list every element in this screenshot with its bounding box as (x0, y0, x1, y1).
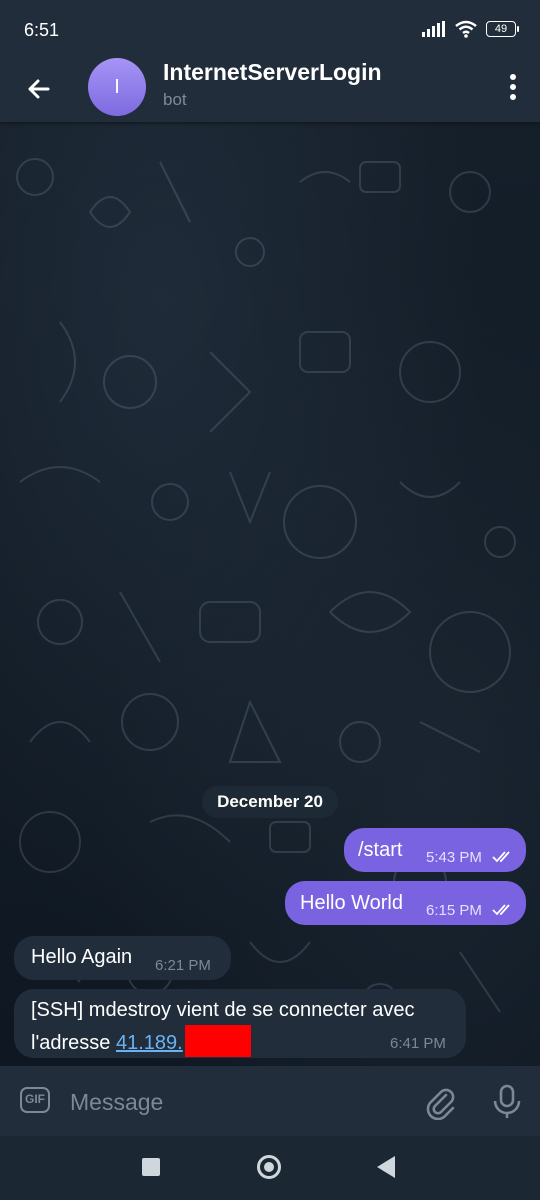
message-time: 5:43 PM (426, 849, 482, 866)
home-button[interactable] (257, 1155, 281, 1179)
message-text: Hello Again (31, 946, 133, 968)
message-bubble-outgoing[interactable]: /start 5:43 PM (344, 828, 526, 872)
signal-icon (422, 21, 445, 37)
message-input[interactable] (68, 1083, 402, 1121)
message-text-prefix: l'adresse (31, 1032, 116, 1054)
read-checkmarks-icon (492, 851, 510, 863)
battery-level: 49 (494, 23, 508, 35)
chat-subtitle: bot (163, 90, 187, 109)
avatar[interactable]: I (88, 58, 146, 116)
recent-apps-button[interactable] (142, 1158, 160, 1176)
system-navigation-bar (0, 1136, 540, 1200)
status-time: 6:51 (24, 20, 60, 40)
read-checkmarks-icon (492, 904, 510, 916)
message-text-line-2: l'adresse 41.189. (31, 1025, 251, 1057)
ip-address-link[interactable]: 41.189. (116, 1032, 183, 1054)
battery-indicator: 49 (486, 21, 519, 37)
message-bubble-incoming[interactable]: [SSH] mdestroy vient de se connecter ave… (14, 989, 466, 1058)
system-back-button[interactable] (377, 1156, 395, 1178)
chat-title[interactable]: InternetServerLogin (163, 59, 382, 86)
message-time: 6:41 PM (390, 1035, 446, 1052)
message-bubble-incoming[interactable]: Hello Again 6:21 PM (14, 936, 231, 980)
message-time: 6:15 PM (426, 902, 482, 919)
redaction-box (184, 1025, 251, 1057)
message-composer: GIF (0, 1066, 540, 1136)
chat-header: I InternetServerLogin bot (0, 56, 540, 122)
gif-icon[interactable]: GIF (20, 1087, 50, 1113)
message-time: 6:21 PM (155, 957, 211, 974)
status-icons: 49 (422, 20, 519, 38)
microphone-icon[interactable] (492, 1084, 522, 1120)
status-bar: 6:51 49 (0, 0, 540, 56)
avatar-letter: I (114, 76, 120, 98)
message-text-line-1: [SSH] mdestroy vient de se connecter ave… (31, 999, 415, 1021)
message-text: /start (358, 839, 403, 861)
paperclip-icon[interactable] (424, 1086, 458, 1120)
message-text: Hello World (300, 892, 403, 914)
more-vertical-icon[interactable] (506, 70, 520, 104)
chat-area[interactable]: December 20 /start 5:43 PM Hello World 6… (0, 122, 540, 1066)
message-bubble-outgoing[interactable]: Hello World 6:15 PM (285, 881, 526, 925)
wifi-icon (455, 20, 477, 38)
back-arrow-icon[interactable] (22, 72, 56, 106)
date-separator: December 20 (202, 786, 338, 818)
